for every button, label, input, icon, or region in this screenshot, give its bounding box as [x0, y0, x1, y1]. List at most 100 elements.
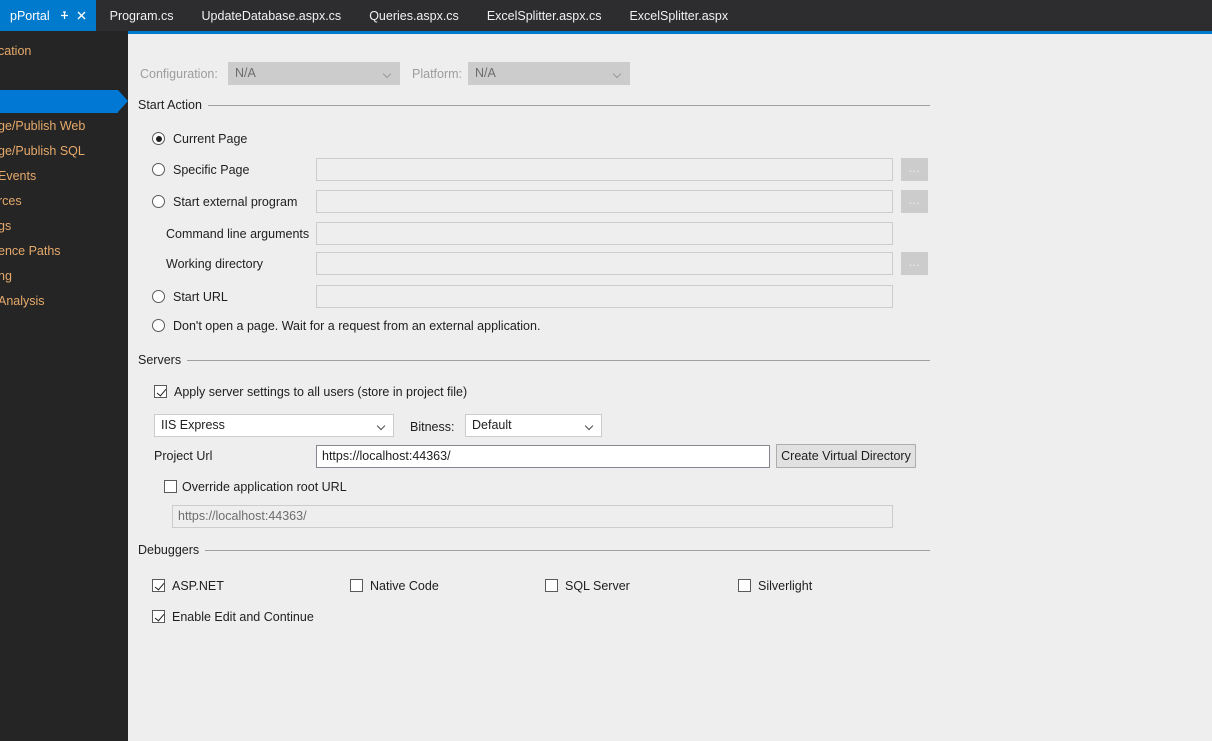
tab-updatedatabase-aspx-cs[interactable]: UpdateDatabase.aspx.cs: [188, 0, 356, 31]
create-virtual-directory-button[interactable]: Create Virtual Directory: [776, 444, 916, 468]
tab-label: Queries.aspx.cs: [369, 8, 459, 23]
visual-studio-window: pPortal Program.cs UpdateDatabase.aspx.c…: [0, 0, 1212, 741]
debuggers-group-line: [138, 550, 930, 551]
working-directory-label: Working directory: [166, 257, 264, 271]
override-root-url-input[interactable]: https://localhost:44363/: [172, 505, 893, 528]
silverlight-label: Silverlight: [758, 579, 813, 593]
configuration-dropdown[interactable]: N/A: [228, 62, 400, 85]
sidebar-item-build-events[interactable]: Events: [0, 164, 128, 189]
servers-group-line: [138, 360, 930, 361]
bitness-value: Default: [472, 418, 512, 432]
sidebar-item-package-publish-sql[interactable]: ge/Publish SQL: [0, 139, 128, 164]
command-line-arguments-label: Command line arguments: [166, 227, 310, 241]
platform-value: N/A: [475, 66, 496, 80]
checkbox-enable-edit-and-continue[interactable]: [152, 610, 165, 623]
selection-highlight: [0, 90, 118, 113]
sql-server-label: SQL Server: [565, 579, 630, 593]
checkbox-override-root-url[interactable]: [164, 480, 177, 493]
sidebar-item-code-analysis[interactable]: Analysis: [0, 289, 128, 314]
working-directory-browse-button[interactable]: ...: [901, 252, 928, 275]
sidebar-item-label: rces: [0, 194, 22, 208]
selection-arrow-icon: [118, 90, 128, 112]
sidebar-item-web[interactable]: [0, 89, 128, 114]
checkbox-sql-server[interactable]: [545, 579, 558, 592]
sidebar-item-label: ence Paths: [0, 244, 61, 258]
sidebar-item-signing[interactable]: ng: [0, 264, 128, 289]
specific-page-input[interactable]: [316, 158, 893, 181]
web-properties-pane: Configuration: N/A Platform: N/A Start A…: [128, 34, 1212, 741]
configuration-label: Configuration:: [140, 67, 218, 81]
pin-icon[interactable]: [56, 7, 73, 24]
start-external-program-label: Start external program: [173, 195, 298, 209]
apply-server-settings-label: Apply server settings to all users (stor…: [174, 385, 468, 399]
platform-dropdown[interactable]: N/A: [468, 62, 630, 85]
project-properties-nav: cation ge/Publish Web ge/Publish SQL Eve…: [0, 31, 128, 741]
sidebar-item-label: ge/Publish Web: [0, 119, 86, 133]
chevron-down-icon: [614, 71, 622, 76]
working-directory-input[interactable]: [316, 252, 893, 275]
start-action-group-line: [138, 105, 930, 106]
specific-page-browse-button[interactable]: ...: [901, 158, 928, 181]
command-line-arguments-input[interactable]: [316, 222, 893, 245]
tab-excelsplitter-aspx[interactable]: ExcelSplitter.aspx: [615, 0, 742, 31]
tab-label: ExcelSplitter.aspx.cs: [486, 8, 602, 23]
chevron-down-icon: [586, 423, 594, 428]
bitness-dropdown[interactable]: Default: [465, 414, 602, 437]
radio-specific-page[interactable]: [152, 163, 165, 176]
server-value: IIS Express: [161, 418, 225, 432]
sidebar-item-resources[interactable]: rces: [0, 189, 128, 214]
platform-label: Platform:: [412, 67, 463, 81]
start-action-group-title: Start Action: [138, 98, 208, 112]
configuration-bar: Configuration: N/A Platform: N/A: [128, 48, 1212, 85]
close-icon[interactable]: [73, 7, 90, 24]
tab-program-cs[interactable]: Program.cs: [96, 0, 188, 31]
native-code-label: Native Code: [370, 579, 439, 593]
checkbox-native-code[interactable]: [350, 579, 363, 592]
tab-project-properties[interactable]: pPortal: [0, 0, 96, 31]
tab-excelsplitter-aspx-cs[interactable]: ExcelSplitter.aspx.cs: [473, 0, 616, 31]
override-root-url-label: Override application root URL: [182, 480, 347, 494]
sidebar-item-reference-paths[interactable]: ence Paths: [0, 239, 128, 264]
tab-queries-aspx-cs[interactable]: Queries.aspx.cs: [355, 0, 473, 31]
configuration-value: N/A: [235, 66, 256, 80]
tab-label: Program.cs: [109, 8, 174, 23]
chevron-down-icon: [384, 71, 392, 76]
server-dropdown[interactable]: IIS Express: [154, 414, 394, 437]
tab-label: ExcelSplitter.aspx: [629, 8, 729, 23]
sidebar-item-label: ge/Publish SQL: [0, 144, 85, 158]
radio-start-url[interactable]: [152, 290, 165, 303]
current-page-label: Current Page: [173, 132, 248, 146]
debuggers-group-title: Debuggers: [138, 543, 206, 557]
dont-open-page-label: Don't open a page. Wait for a request fr…: [173, 319, 541, 333]
bitness-label: Bitness:: [410, 420, 455, 434]
radio-current-page[interactable]: [152, 132, 165, 145]
chevron-down-icon: [378, 423, 386, 428]
start-external-program-input[interactable]: [316, 190, 893, 213]
sidebar-item-label: cation: [0, 44, 32, 58]
tab-label: UpdateDatabase.aspx.cs: [201, 8, 342, 23]
radio-dont-open-page[interactable]: [152, 319, 165, 332]
sidebar-item-label: ng: [0, 269, 12, 283]
tab-label: pPortal: [10, 8, 50, 23]
start-external-program-browse-button[interactable]: ...: [901, 190, 928, 213]
radio-start-external-program[interactable]: [152, 195, 165, 208]
sidebar-item-label: Events: [0, 169, 37, 183]
checkbox-apply-server-settings[interactable]: [154, 385, 167, 398]
enable-edit-and-continue-label: Enable Edit and Continue: [172, 610, 314, 624]
sidebar-item-settings[interactable]: gs: [0, 214, 128, 239]
sidebar-item-package-publish-web[interactable]: ge/Publish Web: [0, 114, 128, 139]
specific-page-label: Specific Page: [173, 163, 250, 177]
sidebar-item-application[interactable]: cation: [0, 39, 128, 64]
editor-tab-strip: pPortal Program.cs UpdateDatabase.aspx.c…: [0, 0, 1212, 31]
project-url-input[interactable]: https://localhost:44363/: [316, 445, 770, 468]
checkbox-aspnet[interactable]: [152, 579, 165, 592]
sidebar-item-label: gs: [0, 219, 12, 233]
checkbox-silverlight[interactable]: [738, 579, 751, 592]
start-url-label: Start URL: [173, 290, 228, 304]
sidebar-item-label: Analysis: [0, 294, 45, 308]
start-url-input[interactable]: [316, 285, 893, 308]
servers-group-title: Servers: [138, 353, 188, 367]
project-url-label: Project Url: [154, 449, 213, 463]
aspnet-label: ASP.NET: [172, 579, 224, 593]
